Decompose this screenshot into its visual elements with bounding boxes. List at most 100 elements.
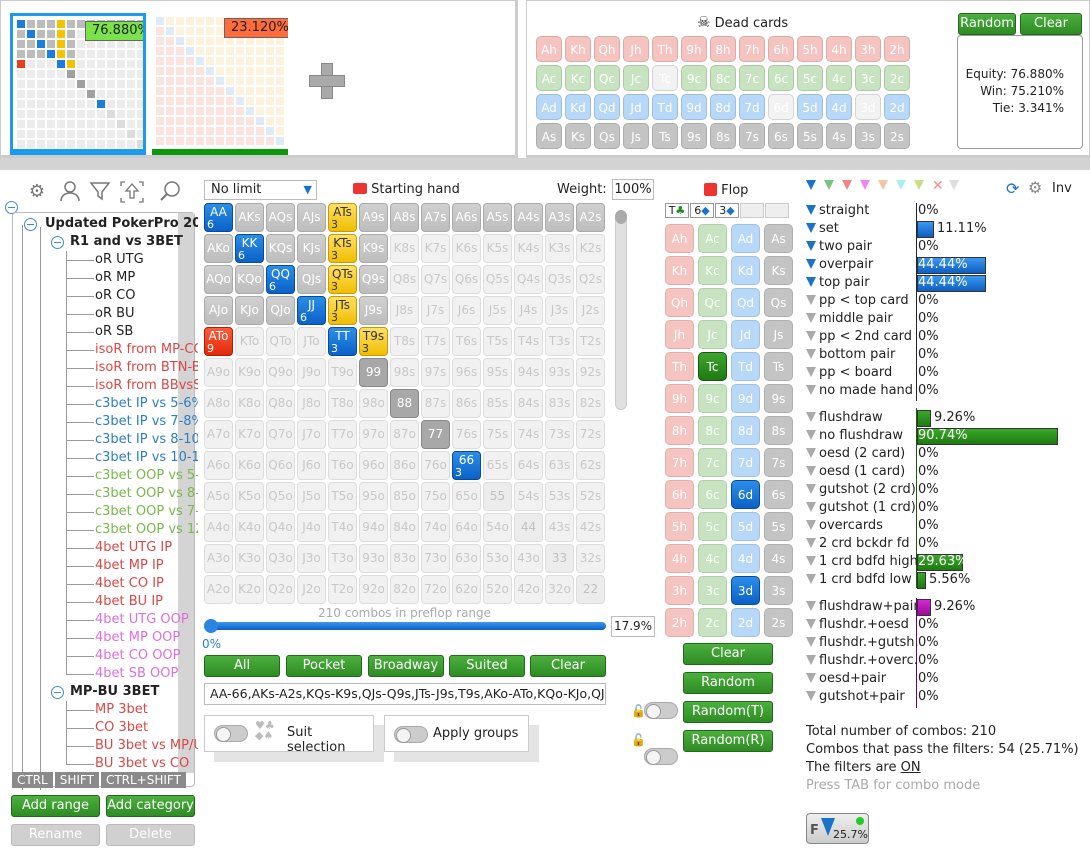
dead-card-3h[interactable]: 3h	[855, 36, 881, 62]
flop-card-2s[interactable]: 2s	[764, 608, 793, 637]
hand-cell-q5s[interactable]: Q5s	[483, 265, 512, 294]
filter-funnel-icon[interactable]	[806, 655, 816, 665]
hand-cell-95s[interactable]: 95s	[483, 358, 512, 387]
hand-cell-j7s[interactable]: J7s	[421, 296, 450, 325]
hand-cell-72s[interactable]: 72s	[576, 420, 605, 449]
dead-card-kh[interactable]: Kh	[565, 36, 591, 62]
hand-cell-k4s[interactable]: K4s	[514, 234, 543, 263]
flop-card-9s[interactable]: 9s	[764, 384, 793, 413]
hand-cell-t6s[interactable]: T6s	[452, 327, 481, 356]
add-range-plus-icon[interactable]	[309, 63, 345, 99]
filter-funnel-icon[interactable]	[806, 556, 816, 566]
hand-cell-q4o[interactable]: Q4o	[266, 513, 295, 542]
board-slot[interactable]: T♣	[665, 203, 689, 218]
hand-cell-54o[interactable]: 54o	[483, 513, 512, 542]
hand-cell-j3o[interactable]: J3o	[297, 544, 326, 573]
hand-cell-43s[interactable]: 43s	[545, 513, 574, 542]
export-icon[interactable]	[119, 180, 144, 204]
flop-card-6s[interactable]: 6s	[764, 480, 793, 509]
dead-card-4s[interactable]: 4s	[826, 123, 852, 149]
filter-tab-green-icon[interactable]	[824, 180, 834, 190]
hand-cell-j9o[interactable]: J9o	[297, 358, 326, 387]
hand-cell-kto[interactable]: KTo	[235, 327, 264, 356]
hand-cell-76o[interactable]: 76o	[421, 451, 450, 480]
hand-cell-84o[interactable]: 84o	[390, 513, 419, 542]
hand-cell-q6o[interactable]: Q6o	[266, 451, 295, 480]
dead-card-2s[interactable]: 2s	[884, 123, 910, 149]
hand-cell-kts[interactable]: KTs 3	[328, 234, 357, 263]
dead-card-tc[interactable]: Tc	[652, 65, 678, 91]
filter-funnel-icon[interactable]	[806, 691, 816, 701]
flop-card-2d[interactable]: 2d	[731, 608, 760, 637]
tree-group[interactable]: R1 and vs 3BET	[70, 233, 183, 251]
dead-card-7c[interactable]: 7c	[739, 65, 765, 91]
range-text-input[interactable]: AA-66,AKs-A2s,KQs-K9s,QJs-Q9s,JTs-J9s,T9…	[204, 683, 606, 705]
suited-button[interactable]: Suited	[449, 655, 525, 677]
add-range-button[interactable]: Add range	[11, 795, 100, 817]
hero-range-thumbnail[interactable]: 76.880%	[10, 13, 146, 155]
hand-cell-t2s[interactable]: T2s	[576, 327, 605, 356]
hand-cell-jto[interactable]: JTo	[297, 327, 326, 356]
hand-cell-q9o[interactable]: Q9o	[266, 358, 295, 387]
filter-funnel-icon[interactable]	[806, 349, 816, 359]
dead-card-7h[interactable]: 7h	[739, 36, 765, 62]
hand-cell-97o[interactable]: 97o	[359, 420, 388, 449]
flop-card-7c[interactable]: 7c	[698, 448, 727, 477]
hand-cell-42o[interactable]: 42o	[514, 575, 543, 604]
hand-cell-a5s[interactable]: A5s	[483, 203, 512, 232]
flop-card-td[interactable]: Td	[731, 352, 760, 381]
hand-cell-a7s[interactable]: A7s	[421, 203, 450, 232]
hand-cell-t7o[interactable]: T7o	[328, 420, 357, 449]
flop-card-5d[interactable]: 5d	[731, 512, 760, 541]
hand-cell-kqs[interactable]: KQs	[266, 234, 295, 263]
hand-cell-93s[interactable]: 93s	[545, 358, 574, 387]
hand-cell-94s[interactable]: 94s	[514, 358, 543, 387]
dead-card-4c[interactable]: 4c	[826, 65, 852, 91]
filter-row[interactable]: gutshot+pair	[806, 688, 905, 706]
hand-cell-a7o[interactable]: A7o	[204, 420, 233, 449]
hand-cell-a8s[interactable]: A8s	[390, 203, 419, 232]
filter-tab-cyan-icon[interactable]	[896, 180, 906, 190]
hand-cell-k5s[interactable]: K5s	[483, 234, 512, 263]
dead-card-td[interactable]: Td	[652, 94, 678, 120]
dead-card-ac[interactable]: Ac	[536, 65, 562, 91]
filter-row[interactable]: 1 crd bdfd low	[806, 571, 912, 589]
filter-funnel-icon[interactable]	[806, 673, 816, 683]
flop-card-7h[interactable]: 7h	[665, 448, 694, 477]
hand-cell-aqo[interactable]: AQo	[204, 265, 233, 294]
hand-cell-aks[interactable]: AKs	[235, 203, 264, 232]
filter-funnel-icon[interactable]	[806, 601, 816, 611]
flop-card-tc[interactable]: Tc	[698, 352, 727, 381]
tree-item[interactable]: isoR from MP-CO	[95, 341, 198, 359]
filters-on-toggle-link[interactable]: ON	[901, 760, 921, 775]
dead-card-qd[interactable]: Qd	[594, 94, 620, 120]
tree-item[interactable]: 4bet MP IP	[95, 557, 164, 575]
tree-root[interactable]: Updated PokerPro 2021	[45, 215, 198, 233]
filter-row[interactable]: overpair	[806, 256, 873, 274]
filter-row[interactable]: pp < board	[806, 364, 892, 382]
hand-cell-a4o[interactable]: A4o	[204, 513, 233, 542]
hand-cell-k9o[interactable]: K9o	[235, 358, 264, 387]
filter-funnel-icon[interactable]	[806, 637, 816, 647]
hand-cell-33[interactable]: 33	[545, 544, 574, 573]
dead-card-5h[interactable]: 5h	[797, 36, 823, 62]
hand-cell-92s[interactable]: 92s	[576, 358, 605, 387]
hand-cell-q2o[interactable]: Q2o	[266, 575, 295, 604]
filter-row[interactable]: no made hand	[806, 382, 913, 400]
filter-funnel-icon[interactable]	[806, 259, 816, 269]
hand-cell-82s[interactable]: 82s	[576, 389, 605, 418]
hand-cell-54s[interactable]: 54s	[514, 482, 543, 511]
hand-cell-76s[interactable]: 76s	[452, 420, 481, 449]
hand-cell-72o[interactable]: 72o	[421, 575, 450, 604]
flop-card-kh[interactable]: Kh	[665, 256, 694, 285]
dead-clear-button[interactable]: Clear	[1020, 13, 1082, 35]
hand-cell-a9o[interactable]: A9o	[204, 358, 233, 387]
filter-funnel-icon[interactable]	[806, 241, 816, 251]
hand-cell-75o[interactable]: 75o	[421, 482, 450, 511]
filter-row[interactable]: gutshot (1 crd)	[806, 499, 916, 517]
weight-slider-thumb[interactable]	[615, 210, 627, 224]
filter-row[interactable]: straight	[806, 202, 869, 220]
hand-cell-99[interactable]: 99	[359, 358, 388, 387]
hand-cell-97s[interactable]: 97s	[421, 358, 450, 387]
dead-card-jd[interactable]: Jd	[623, 94, 649, 120]
